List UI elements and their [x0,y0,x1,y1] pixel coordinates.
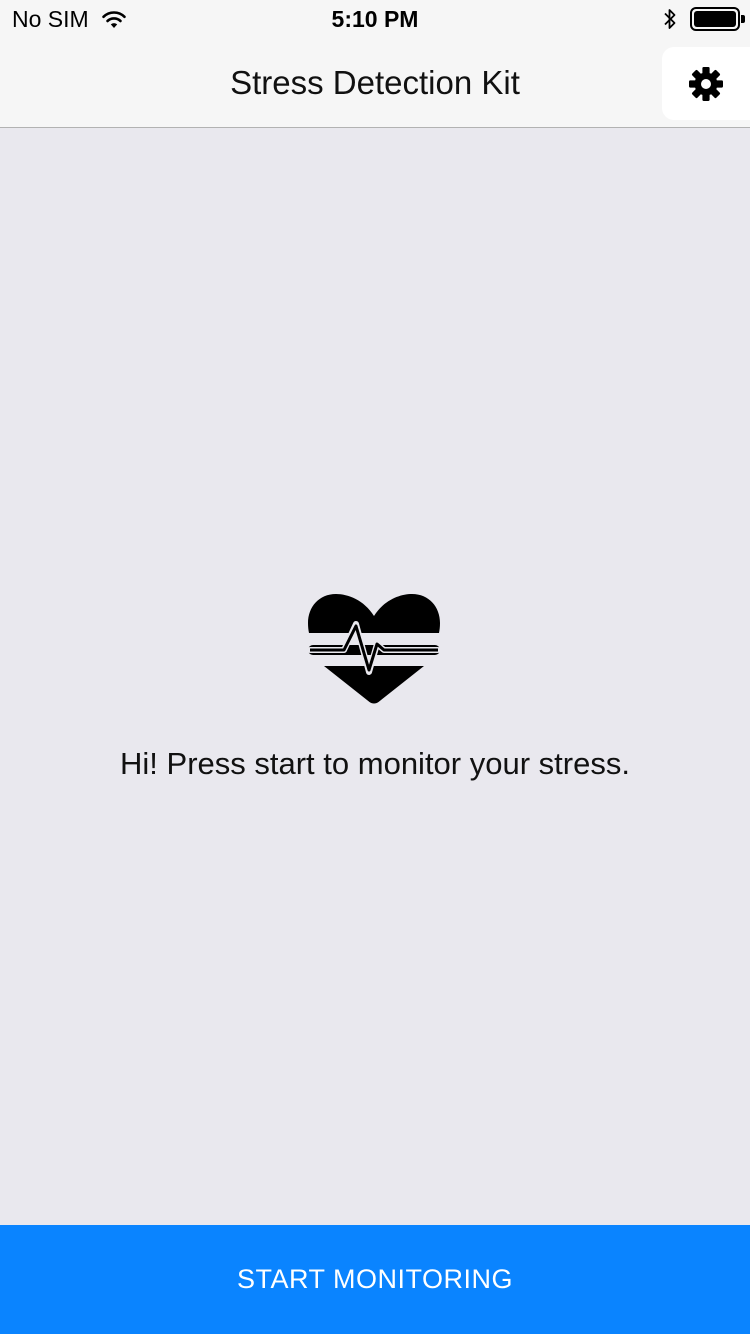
navigation-bar: Stress Detection Kit [0,40,750,128]
battery-level [694,11,736,27]
welcome-message: Hi! Press start to monitor your stress. [120,746,630,781]
main-content: Hi! Press start to monitor your stress. [0,129,750,1225]
status-time: 5:10 PM [331,6,419,32]
bluetooth-icon [664,9,676,29]
battery-nub [741,15,745,23]
settings-button[interactable] [662,47,750,120]
gear-icon [689,66,723,101]
status-bar: No SIM 5:10 PM [0,0,750,40]
status-right [662,7,745,31]
page-title: Stress Detection Kit [230,64,520,101]
battery-icon [690,7,745,31]
start-monitoring-button[interactable]: START MONITORING [0,1225,750,1334]
heart-pulse-icon [307,594,441,704]
